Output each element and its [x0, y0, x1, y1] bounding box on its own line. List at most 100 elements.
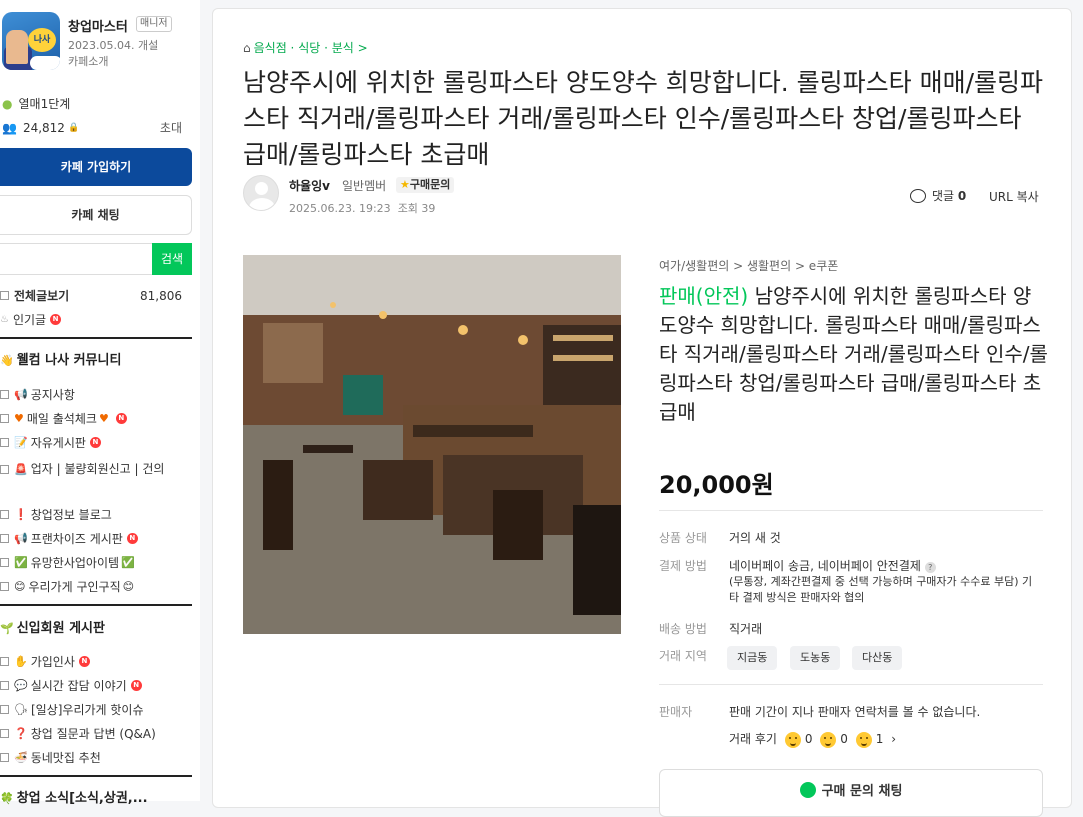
menu-blog[interactable]: ❗ 창업정보 블로그 [0, 506, 192, 523]
search-button[interactable]: 검색 [152, 243, 192, 275]
condition-value: 거의 새 것 [729, 531, 781, 545]
payment-label: 결제 방법 [659, 559, 707, 573]
smile-icon: 😊 [14, 580, 26, 593]
cafe-name[interactable]: 창업마스터 [68, 16, 128, 35]
seller-label: 판매자 [659, 705, 693, 719]
board-icon [0, 438, 9, 447]
menu-popular[interactable]: ♨ 인기글 N [0, 311, 192, 328]
cafe-search-input[interactable] [0, 243, 152, 275]
menu-free-board[interactable]: 📝 자유게시판 N [0, 434, 192, 451]
author-avatar[interactable] [243, 175, 279, 211]
menu-daily-issue[interactable]: 🗣 [일상]우리가게 핫이슈 [0, 701, 192, 718]
cafe-profile: 나사 창업마스터 매니저 2023.05.04. 개설 카페소개 [0, 12, 200, 82]
cafe-logo[interactable]: 나사 [2, 12, 60, 70]
menu-franchise[interactable]: 📢 프랜차이즈 게시판 N [0, 530, 192, 547]
board-icon [0, 291, 9, 300]
menu-local-food[interactable]: 🍜 동네맛집 추천 [0, 749, 192, 766]
purchase-chat-button[interactable]: 구매 문의 채팅 [659, 769, 1043, 817]
smile-icon: 😊 [122, 580, 135, 593]
board-icon [0, 657, 9, 666]
view-count: 조회 39 [397, 202, 436, 215]
product-price: 20,000원 [659, 471, 774, 499]
menu-qna[interactable]: ❓ 창업 질문과 답변 (Q&A) [0, 725, 192, 742]
product-photo[interactable] [243, 255, 621, 634]
menu-all-posts[interactable]: 전체글보기 81,806 [0, 287, 192, 304]
good-face-icon [784, 731, 801, 748]
cafe-level: 열매1단계 [18, 97, 71, 111]
review-good-count: 0 [804, 732, 813, 746]
fire-icon: ♨ [0, 314, 9, 325]
neutral-face-icon [820, 731, 837, 748]
bad-face-icon [855, 731, 872, 748]
post-title: 남양주시에 위치한 롤링파스타 양도양수 희망합니다. 롤링파스타 매매/롤링파… [243, 68, 1044, 169]
comment-icon [910, 188, 926, 203]
check-icon: ✅ [121, 556, 135, 569]
logo-figure-head [6, 30, 28, 64]
section-title-news: 🍀 창업 소식[소식,상권,... [0, 791, 148, 806]
menu-report[interactable]: 🚨 업자 | 불량회원신고 | 건의 [0, 458, 192, 481]
join-cafe-button[interactable]: 카페 가입하기 [0, 148, 192, 186]
board-icon [0, 558, 9, 567]
chevron-right-icon: › [891, 732, 897, 746]
invite-link[interactable]: 초대 [160, 119, 182, 136]
area-chip[interactable]: 지금동 [727, 646, 778, 670]
menu-greeting[interactable]: ✋ 가입인사 N [0, 653, 192, 670]
menu-notice[interactable]: 📢 공지사항 [0, 386, 192, 403]
condition-label: 상품 상태 [659, 531, 707, 545]
siren-icon: 🚨 [14, 463, 28, 476]
board-icon [0, 681, 9, 690]
author-grade: 일반멤버 [342, 179, 387, 193]
all-posts-count: 81,806 [140, 288, 182, 303]
review-label: 거래 후기 [729, 732, 777, 746]
question-icon: ❓ [14, 727, 28, 740]
comment-button[interactable]: 댓글 0 [910, 187, 966, 204]
area-label: 거래 지역 [659, 649, 707, 663]
safe-sale-tag: 판매(안전) [659, 284, 749, 308]
help-icon[interactable]: ? [924, 562, 936, 573]
manager-tag: 매니저 [136, 16, 172, 32]
cafe-founded: 2023.05.04. 개설 [68, 39, 159, 52]
cafe-intro-link[interactable]: 카페소개 [68, 53, 108, 69]
payment-value: 네이버페이 송금, 네이버페이 안전결제 ? [729, 557, 936, 574]
memo-icon: 📝 [14, 436, 28, 449]
new-badge: N [130, 680, 142, 691]
cafe-level-row[interactable]: ● 열매1단계 [0, 95, 192, 112]
product-category[interactable]: 여가/생활편의 > 생활편의 > e쿠폰 [659, 257, 838, 274]
author-name[interactable]: 하율잉v [289, 177, 330, 194]
article-panel: ⌂ 음식점 · 식당 · 분식 > 남양주시에 위치한 롤링파스타 양도양수 희망… [212, 8, 1072, 817]
board-breadcrumb[interactable]: ⌂ 음식점 · 식당 · 분식 > [243, 39, 368, 56]
review-bad-count: 1 [875, 732, 884, 746]
area-chip[interactable]: 다산동 [852, 646, 903, 670]
new-badge: N [115, 413, 127, 424]
heart-icon: ♥ [14, 412, 24, 425]
menu-business-items[interactable]: ✅ 유망한사업아이템 ✅ [0, 554, 192, 571]
section-divider [0, 337, 192, 339]
divider [659, 510, 1043, 511]
board-icon [0, 753, 9, 762]
speaking-head-icon: 🗣 [14, 703, 28, 716]
section-title-welcome: 👋 웰컴 나사 커뮤니티 [0, 353, 122, 368]
member-count[interactable]: 24,812 [23, 121, 65, 135]
lock-icon: 🔒 [67, 122, 80, 133]
buy-inquiry-tag[interactable]: ★구매문의 [396, 177, 455, 193]
review-row[interactable]: 거래 후기 0 0 1 › [729, 730, 896, 748]
all-posts-label: 전체글보기 [14, 289, 70, 303]
board-icon [0, 582, 9, 591]
cafe-sidebar: 나사 창업마스터 매니저 2023.05.04. 개설 카페소개 ● 열매1단계… [0, 0, 200, 806]
area-chip[interactable]: 도농동 [790, 646, 841, 670]
menu-attendance[interactable]: ♥ 매일 출석체크 ♥ N [0, 410, 192, 427]
fruit-icon: ● [2, 96, 13, 111]
cafe-chat-button[interactable]: 카페 채팅 [0, 195, 192, 235]
star-icon: ★ [400, 178, 410, 191]
url-copy-button[interactable]: URL 복사 [989, 188, 1039, 205]
board-icon [0, 534, 9, 543]
menu-chitchat[interactable]: 💬 실시간 잡담 이야기 N [0, 677, 192, 694]
logo-cloud [30, 56, 60, 70]
payment-note: (무통장, 계좌간편결제 중 선택 가능하며 구매자가 수수료 부담) 기타 결… [729, 575, 1033, 604]
megaphone-icon: 📢 [14, 532, 28, 545]
section-divider [0, 604, 192, 606]
speech-bubble-icon: 💬 [14, 679, 28, 692]
menu-job-board[interactable]: 😊 우리가게 구인구직 😊 [0, 578, 192, 595]
post-date: 2025.06.23. 19:23 조회 39 [289, 202, 436, 215]
board-icon [0, 390, 9, 399]
